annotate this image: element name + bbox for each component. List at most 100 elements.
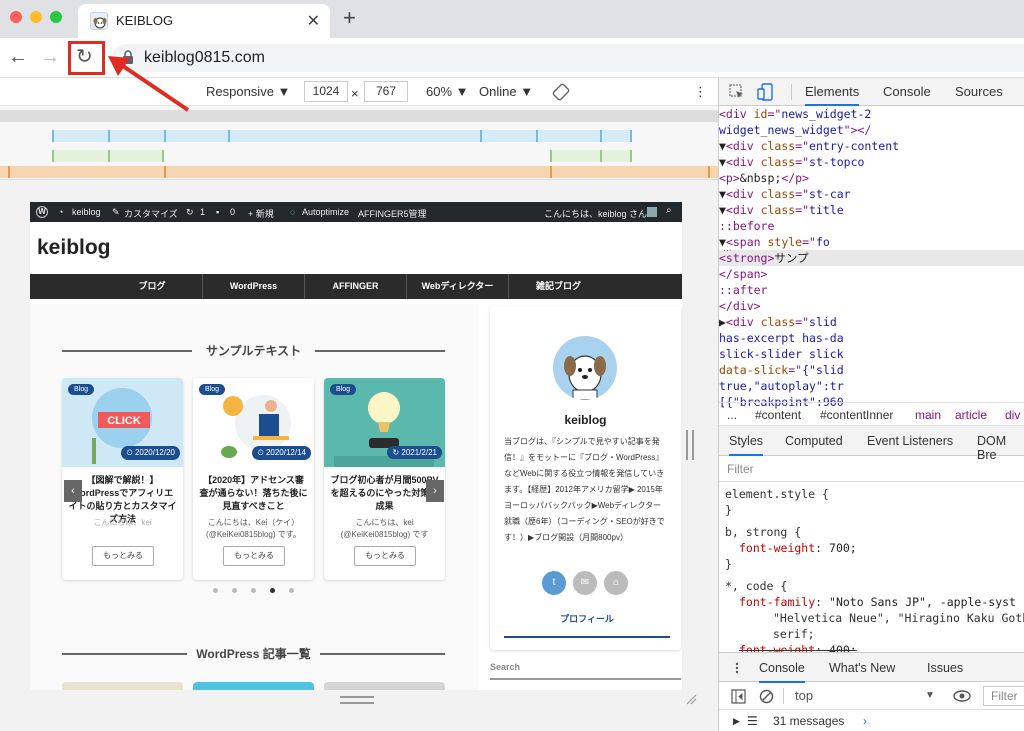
dom-node-row[interactable]: </span> (719, 266, 1024, 282)
dom-node-row[interactable]: <strong>サンプ (719, 250, 1024, 266)
dom-node-row[interactable]: ▼<div class="title (719, 202, 1024, 218)
new-tab-button[interactable]: + (343, 7, 356, 29)
tab-styles[interactable]: Styles (729, 434, 764, 456)
zoom-window-button[interactable] (50, 11, 62, 23)
menu-item-webdirector[interactable]: Webディレクター (406, 274, 508, 299)
twitter-icon[interactable]: t (542, 571, 566, 595)
crumb-div[interactable]: div (1005, 408, 1020, 422)
menu-item-affinger[interactable]: AFFINGER (304, 274, 406, 299)
throttle-dropdown[interactable]: Online ▼ (479, 84, 533, 99)
dom-node-row[interactable]: <p>&nbsp;</p> (719, 170, 1024, 186)
article-card[interactable]: Blog ↻ 2021/2/21 ブログ初心者が月間500PVを超えるのにやった… (324, 378, 445, 580)
admin-greeting[interactable]: こんにちは、keiblog さん (544, 207, 647, 220)
sidebar-toggle-icon[interactable] (731, 689, 746, 704)
expand-arrow-icon[interactable]: ▶ (733, 716, 740, 727)
dom-node-row[interactable]: has-excerpt has-da (719, 330, 1024, 346)
admin-updates-count[interactable]: 1 (200, 207, 205, 217)
styles-filter-input[interactable]: Filter (719, 456, 1024, 482)
width-input[interactable]: 1024 (304, 81, 348, 102)
dom-row-more-icon[interactable]: ... (723, 242, 732, 254)
css-property[interactable]: font-weight: 700; (739, 540, 857, 556)
console-filter-input[interactable]: Filter (991, 689, 1018, 703)
slider-prev-arrow[interactable]: ‹ (64, 480, 82, 502)
css-property-name[interactable]: font-weight (739, 541, 815, 555)
css-value-continuation[interactable]: "Helvetica Neue", "Hiragino Kaku Goth (773, 610, 1024, 626)
drawer-tab-issues[interactable]: Issues (927, 661, 963, 675)
console-context-select[interactable]: top (795, 688, 813, 703)
css-selector-line[interactable]: } (725, 556, 732, 572)
site-logo[interactable]: keiblog (37, 236, 111, 260)
menu-item-wordpress[interactable]: WordPress (202, 274, 304, 299)
admin-new[interactable]: + 新規 (248, 207, 274, 220)
console-prompt-icon[interactable]: › (863, 714, 867, 728)
dom-node-row[interactable]: true,"autoplay":tr (719, 378, 1024, 394)
crumb-article[interactable]: article (955, 408, 987, 422)
card-badge[interactable]: Blog (199, 384, 226, 395)
css-selector-line[interactable]: *, code { (725, 578, 787, 594)
viewport-resize-handle-right[interactable] (686, 430, 694, 460)
inspect-element-icon[interactable] (729, 84, 745, 100)
article-card[interactable]: CLICK Blog ⏲ 2020/12/20 【図解で解説！】WordPres… (62, 378, 183, 580)
dom-node-row[interactable]: ::after (719, 282, 1024, 298)
tab-computed[interactable]: Computed (785, 434, 843, 448)
minimize-window-button[interactable] (30, 11, 42, 23)
rotate-icon[interactable] (552, 83, 570, 101)
more-options-icon[interactable]: ⋮ (694, 84, 707, 100)
viewport-resize-handle-bottom[interactable] (340, 696, 374, 704)
card-badge[interactable]: Blog (68, 384, 95, 395)
profile-link[interactable]: プロフィール (504, 612, 670, 625)
dom-node-row[interactable]: ▶<div class="slid (719, 314, 1024, 330)
context-dropdown-icon[interactable]: ▼ (925, 690, 935, 701)
css-property-name[interactable]: font-family (739, 595, 815, 609)
css-property-value[interactable]: 700; (829, 541, 857, 555)
device-toggle-icon[interactable] (757, 83, 773, 101)
read-more-button[interactable]: もっとみる (223, 546, 285, 566)
css-value-continuation[interactable]: serif; (773, 626, 815, 642)
omnibox[interactable]: keiblog0815.com (112, 44, 1024, 72)
home-icon[interactable]: ⌂ (604, 571, 628, 595)
wordpress-icon[interactable]: W (36, 206, 48, 218)
admin-search-icon[interactable]: ⌕ (666, 205, 672, 216)
slider-dot[interactable] (289, 588, 294, 593)
drawer-tab-console[interactable]: Console (759, 661, 805, 683)
mail-icon[interactable]: ✉ (573, 571, 597, 595)
tab-event-listeners[interactable]: Event Listeners (867, 434, 953, 448)
css-property[interactable]: font-family: "Noto Sans JP", -apple-syst (739, 594, 1016, 610)
drawer-menu-icon[interactable] (731, 662, 743, 674)
css-selector-line[interactable]: } (725, 502, 732, 518)
dom-node-row[interactable]: data-slick="{"slid (719, 362, 1024, 378)
messages-count[interactable]: 31 messages (773, 714, 844, 728)
dom-node-row[interactable]: slick-slider slick (719, 346, 1024, 362)
tab-elements[interactable]: Elements (805, 84, 860, 106)
article-card[interactable]: Blog ⏲ 2020/12/14 【2020年】アドセンス審査が通らない！落ち… (193, 378, 314, 580)
updates-icon[interactable]: ↻ (186, 207, 194, 218)
tab-sources[interactable]: Sources (955, 84, 1003, 99)
mq-track-blue[interactable] (0, 130, 718, 142)
dom-node-row[interactable]: ▼<div class="st-topco (719, 154, 1024, 170)
admin-customize[interactable]: カスタマイズ (124, 207, 178, 220)
article-card-preview[interactable] (324, 682, 445, 690)
dom-node-row[interactable]: widget_news_widget"></ (719, 122, 1024, 138)
card-badge[interactable]: Blog (330, 384, 357, 395)
mq-track-orange[interactable] (0, 166, 718, 178)
css-selector-line[interactable]: element.style { (725, 486, 829, 502)
slider-next-arrow[interactable]: › (426, 480, 444, 502)
close-window-button[interactable] (10, 11, 22, 23)
card-title[interactable]: ブログ初心者が月間500PVを超えるのにやった対策・成果 (330, 474, 439, 513)
dom-node-row[interactable]: ▼<div class="st-car (719, 186, 1024, 202)
height-input[interactable]: 767 (364, 81, 408, 102)
mq-track-green[interactable] (0, 150, 718, 162)
browser-tab[interactable]: KEIBLOG ✕ (78, 4, 330, 38)
eye-icon[interactable] (953, 690, 971, 702)
responsive-dropdown[interactable]: Responsive ▼ (206, 84, 290, 99)
slider-dot[interactable] (232, 588, 237, 593)
menu-item-blog[interactable]: ブログ (102, 274, 202, 299)
card-title[interactable]: 【2020年】アドセンス審査が通らない！落ちた後に見直すべきこと (199, 474, 308, 513)
dashboard-icon[interactable]: ◔ (58, 207, 63, 217)
read-more-button[interactable]: もっとみる (354, 546, 416, 566)
slider-dot[interactable] (251, 588, 256, 593)
dom-node-row[interactable]: ▼<span style="fo (719, 234, 1024, 250)
back-button[interactable]: ← (8, 46, 28, 68)
brush-icon[interactable]: ✎ (112, 207, 120, 218)
crumb-content[interactable]: #content (755, 408, 801, 422)
